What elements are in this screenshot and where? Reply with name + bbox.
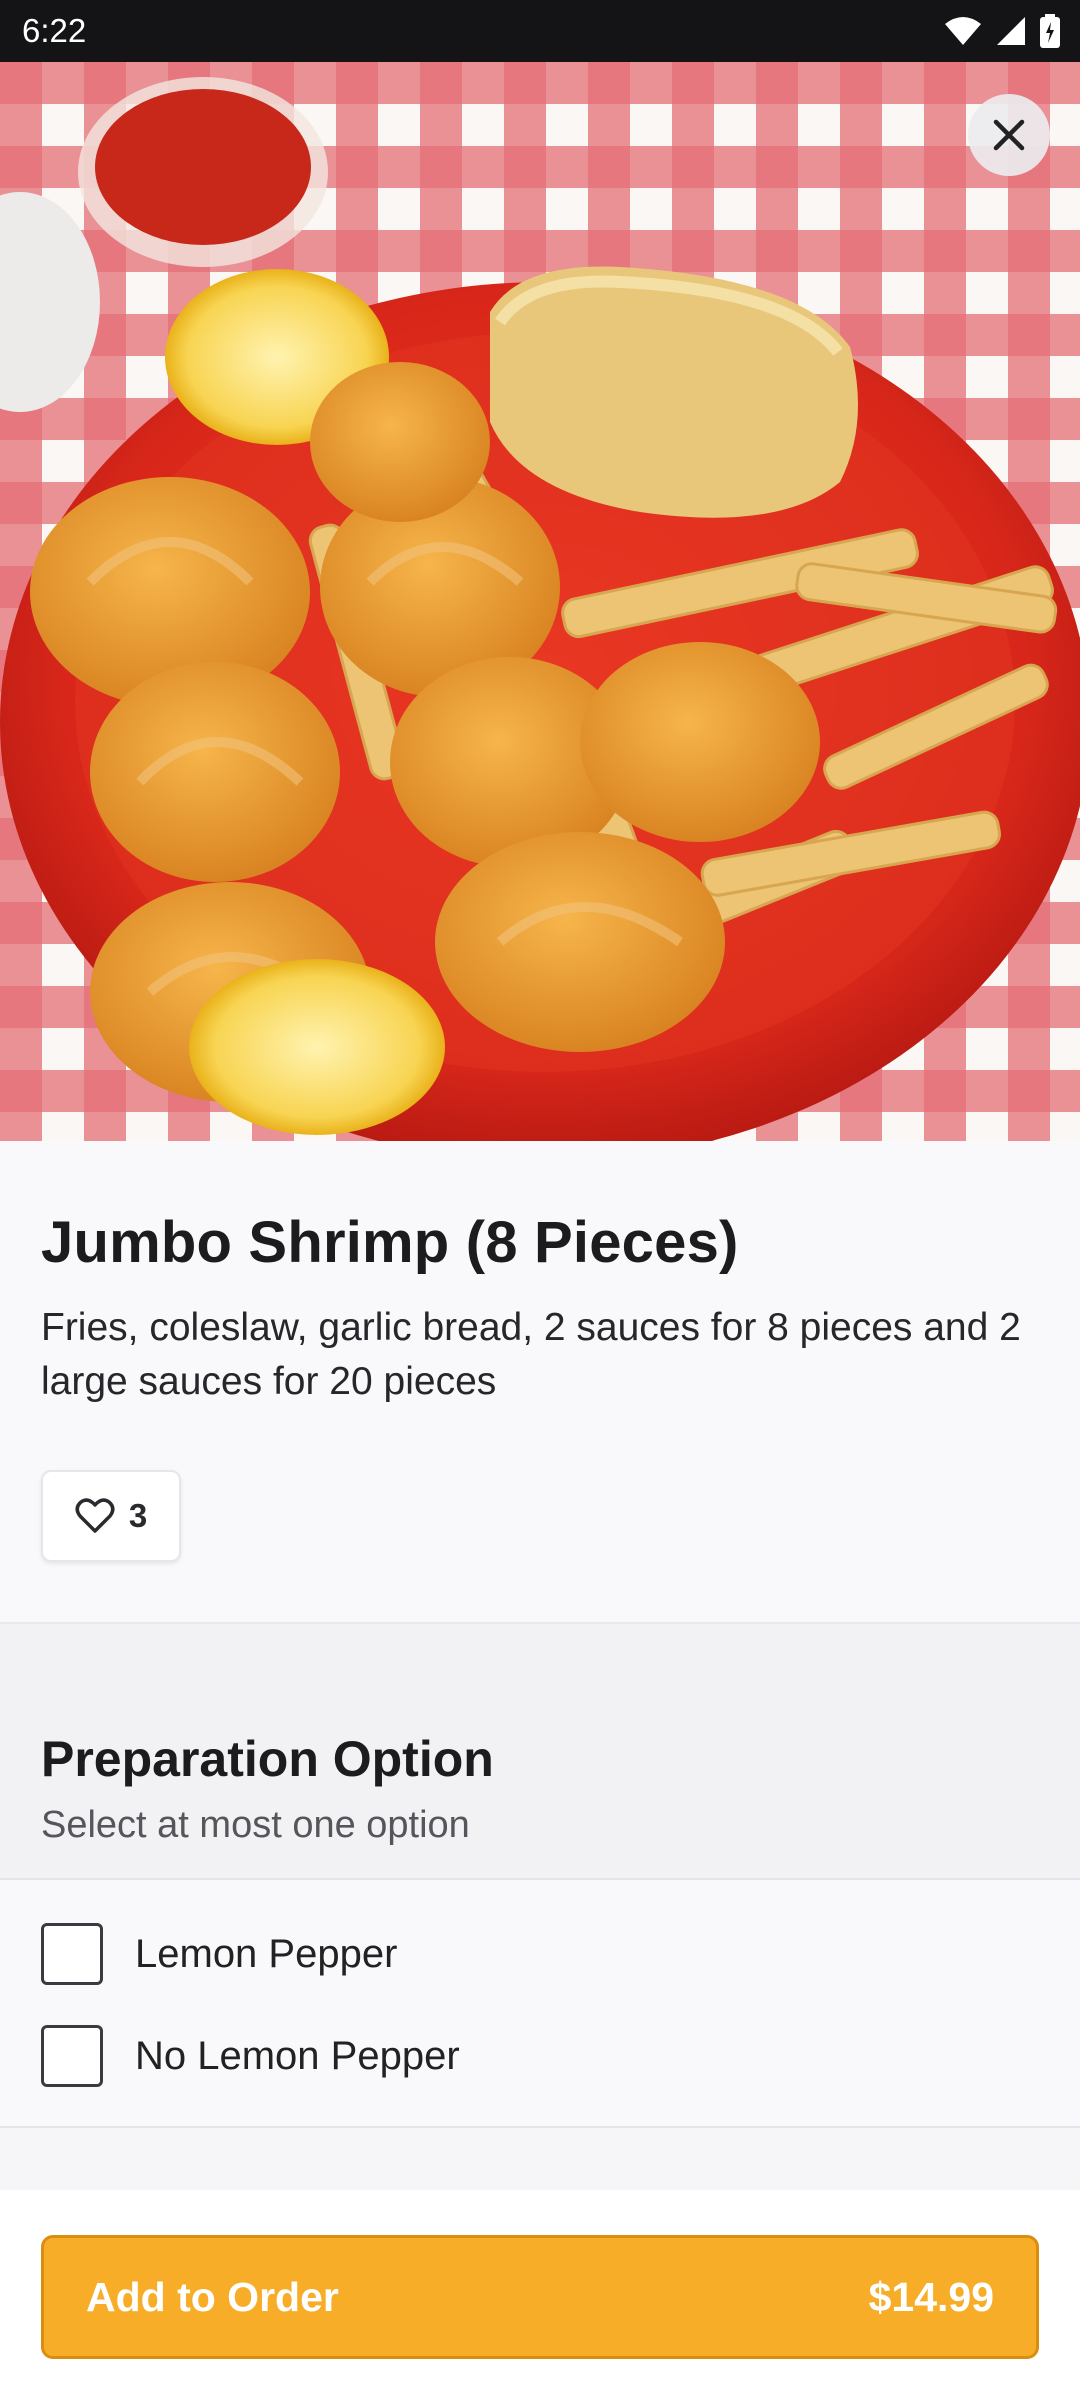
preparation-options: Lemon Pepper No Lemon Pepper [0,1880,1080,2128]
preparation-section-header: Preparation Option Select at most one op… [0,1622,1080,1880]
battery-icon [1040,14,1060,48]
item-photo [0,62,1080,1141]
item-title: Jumbo Shrimp (8 Pieces) [41,1210,739,1275]
status-icons [944,14,1060,48]
option-label: No Lemon Pepper [135,2033,460,2078]
section-title: Preparation Option [41,1731,494,1787]
order-price: $14.99 [868,2273,994,2320]
section-subtitle: Select at most one option [41,1804,470,1846]
item-info: Jumbo Shrimp (8 Pieces) Fries, coleslaw,… [0,1141,1080,1621]
add-to-order-button[interactable]: Add to Order $14.99 [41,2235,1039,2359]
heart-icon [75,1498,115,1533]
bottom-bar: Add to Order $14.99 [0,2190,1080,2400]
checkbox[interactable] [41,2025,103,2087]
option-label: Lemon Pepper [135,1931,398,1976]
option-lemon-pepper[interactable]: Lemon Pepper [41,1922,397,1986]
add-to-order-label: Add to Order [86,2273,339,2320]
item-description: Fries, coleslaw, garlic bread, 2 sauces … [41,1306,1021,1403]
like-count: 3 [128,1497,148,1534]
status-time: 6:22 [22,12,87,49]
like-button[interactable]: 3 [41,1470,181,1562]
close-button[interactable] [968,94,1050,176]
cell-signal-icon [997,17,1025,45]
option-no-lemon-pepper[interactable]: No Lemon Pepper [41,2024,460,2088]
wifi-icon [945,17,981,45]
close-icon [993,119,1025,151]
status-bar: 6:22 [0,0,1080,62]
checkbox[interactable] [41,1923,103,1985]
